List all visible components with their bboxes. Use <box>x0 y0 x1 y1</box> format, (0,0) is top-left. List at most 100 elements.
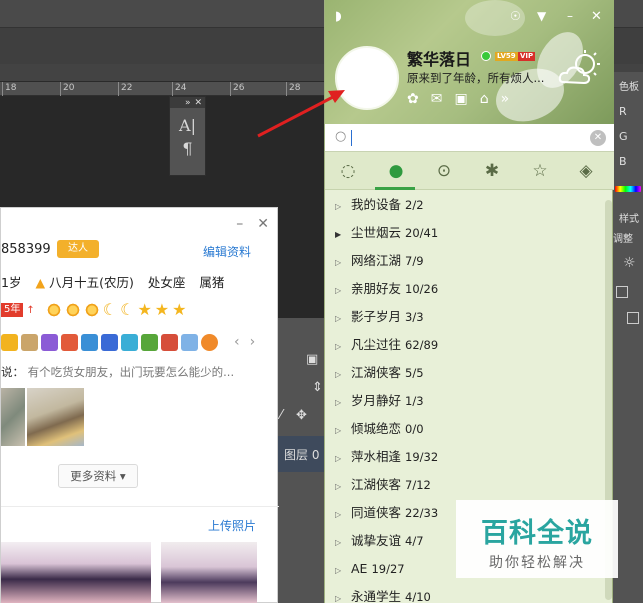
paragraph-tool-icon[interactable]: ¶ <box>170 139 205 158</box>
album-photo[interactable] <box>1 542 151 603</box>
levels-icon[interactable] <box>616 286 628 298</box>
level-badge[interactable]: LV59 <box>495 52 518 61</box>
horizontal-ruler: 18 20 22 24 26 28 <box>0 82 325 96</box>
chevron-right-icon: ▷ <box>335 538 342 547</box>
adjustments-tab[interactable]: 调整 <box>613 230 633 245</box>
header-icons-row: ✿ ✉ ▣ ⌂ » <box>407 91 509 107</box>
contact-group-count: 4/7 <box>405 534 424 548</box>
more-icon[interactable]: » <box>501 91 510 107</box>
online-status-icon[interactable] <box>481 51 491 61</box>
contact-group-name: 同道侠客 <box>351 505 402 520</box>
tab-groups[interactable]: ⊙ <box>431 159 457 183</box>
contact-group[interactable]: ▷ 网络江湖 7/9 <box>325 247 603 275</box>
minimize-icon[interactable]: – <box>567 9 573 23</box>
tab-favorites[interactable]: ☆ <box>527 159 553 183</box>
contact-group[interactable]: ▷ 岁月静好 1/3 <box>325 387 603 415</box>
weibo-icon[interactable] <box>201 334 218 351</box>
wallet-icon[interactable]: ▣ <box>454 91 467 107</box>
contact-group[interactable]: ▷ 影子岁月 3/3 <box>325 303 603 331</box>
contact-group-count: 20/41 <box>405 226 439 240</box>
edit-profile-link[interactable]: 编辑资料 <box>203 243 251 260</box>
mail-icon[interactable]: ✉ <box>431 91 443 107</box>
contact-group[interactable]: ▷ 江湖侠客 5/5 <box>325 359 603 387</box>
chevron-right-icon: ▷ <box>335 370 342 379</box>
zodiac: 处女座 <box>147 275 186 290</box>
contact-group[interactable]: ▷ 江湖侠客 7/12 <box>325 471 603 499</box>
service-icons-nav: ‹ › <box>234 334 255 350</box>
styles-tab[interactable]: 样式 <box>619 210 639 225</box>
character-panel[interactable]: » ✕ A| ¶ <box>169 96 206 176</box>
star-service-icon[interactable] <box>1 334 18 351</box>
qq-level-row[interactable]: 5年 ↑ ☾ ☾ ★ ★ ★ <box>1 302 186 318</box>
color-spectrum[interactable] <box>615 186 641 192</box>
stepper-icon[interactable]: ⇕ <box>312 380 323 395</box>
contact-group[interactable]: ▷ 萍水相逢 19/32 <box>325 443 603 471</box>
talent-badge[interactable]: 达人 <box>57 240 99 258</box>
more-info-button[interactable]: 更多资料 ▾ <box>58 464 138 488</box>
contact-group-name: 网络江湖 <box>351 253 402 268</box>
contact-group-count: 2/2 <box>405 198 424 212</box>
image-icon[interactable]: ▣ <box>306 352 318 367</box>
contact-group[interactable]: ▷ 凡尘过往 62/89 <box>325 331 603 359</box>
brightness-icon[interactable]: ☼ <box>623 255 636 271</box>
contact-group[interactable]: ▷ 永通学生 4/10 <box>325 583 603 603</box>
tab-contacts[interactable]: ● <box>383 159 409 183</box>
avatar[interactable] <box>335 46 399 110</box>
service-icons-row <box>1 334 218 351</box>
moon-icon: ☾ <box>102 300 118 319</box>
character-tool-icon[interactable]: A| <box>170 116 205 135</box>
close-icon[interactable]: ✕ <box>591 9 602 24</box>
tab-messages[interactable]: ◌ <box>335 159 361 183</box>
tab-discover[interactable]: ◈ <box>573 159 599 183</box>
contact-group[interactable]: ▷ 亲朋好友 10/26 <box>325 275 603 303</box>
close-icon[interactable]: ✕ <box>257 216 269 232</box>
photo-thumbnail[interactable] <box>1 388 25 446</box>
signature[interactable]: 说： 有个吃货女朋友，出门玩要怎么能少的... <box>1 364 234 380</box>
medal-icon[interactable]: ☉ <box>510 9 521 23</box>
skin-icon[interactable]: ▼ <box>537 9 546 23</box>
search-bar[interactable]: ○ ✕ <box>325 124 614 152</box>
weather-icon[interactable] <box>557 48 603 88</box>
nickname[interactable]: 繁华落日 <box>407 46 471 70</box>
contact-group[interactable]: ▷ 我的设备 2/2 <box>325 191 603 219</box>
minimize-icon[interactable]: – <box>236 216 243 232</box>
character-panel-bar[interactable]: » ✕ <box>170 97 205 108</box>
chevron-right-icon[interactable]: › <box>250 334 256 350</box>
chevron-left-icon[interactable]: ‹ <box>234 334 240 350</box>
contact-group[interactable]: ▷ 倾城绝恋 0/0 <box>325 415 603 443</box>
game-icon[interactable] <box>21 334 38 351</box>
space-icon[interactable]: ✿ <box>407 91 419 107</box>
search-input[interactable] <box>353 128 583 148</box>
gift-icon[interactable] <box>161 334 178 351</box>
layer-row[interactable]: 图层 0 <box>278 436 326 472</box>
photo-icon[interactable] <box>81 334 98 351</box>
qq-tabs: ◌ ● ⊙ ✱ ☆ ◈ <box>325 152 614 190</box>
ruler-tick: 18 <box>2 82 16 96</box>
clear-search-icon[interactable]: ✕ <box>590 130 606 146</box>
swatches-tab[interactable]: 色板 <box>619 78 639 93</box>
curves-icon[interactable] <box>627 312 639 324</box>
brush-icon[interactable]: ⁄ <box>280 408 282 423</box>
status-message[interactable]: 原来到了年龄，所有烦人... <box>407 70 553 86</box>
photo-thumbnail[interactable] <box>27 388 84 446</box>
mail-icon[interactable] <box>101 334 118 351</box>
collapse-icon[interactable]: » <box>185 98 191 108</box>
pet-icon[interactable] <box>141 334 158 351</box>
shop-icon[interactable]: ⌂ <box>480 91 489 107</box>
edit-icon[interactable] <box>121 334 138 351</box>
close-icon[interactable]: ✕ <box>194 98 202 108</box>
r-label: R <box>619 105 627 118</box>
app-icon[interactable] <box>61 334 78 351</box>
tab-apps[interactable]: ✱ <box>479 159 505 183</box>
contact-group-count: 4/10 <box>405 590 431 603</box>
album-photo[interactable] <box>161 542 257 603</box>
move-icon[interactable]: ✥ <box>296 408 307 423</box>
vip-badge[interactable]: VIP <box>518 52 536 61</box>
layers-panel: ▣ ⇕ ⁄ ✥ 图层 0 <box>278 318 326 603</box>
contact-group[interactable]: ▶ 尘世烟云 20/41 <box>325 219 603 247</box>
moon-icon: ☾ <box>120 300 135 319</box>
music-icon[interactable] <box>41 334 58 351</box>
message-icon[interactable] <box>181 334 198 351</box>
qq-penguin-icon[interactable]: ◗ <box>335 9 342 24</box>
upload-photo-link[interactable]: 上传照片 <box>208 517 256 534</box>
